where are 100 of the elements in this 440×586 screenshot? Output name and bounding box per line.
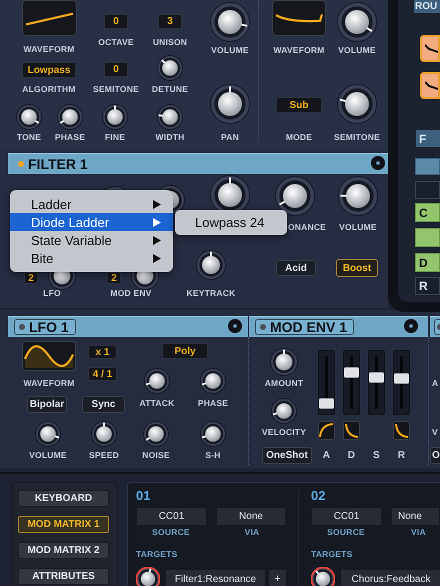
routing-slot[interactable]: D <box>415 253 440 272</box>
toggle-button[interactable]: Bipolar <box>27 396 67 413</box>
knob[interactable] <box>337 84 377 124</box>
sidebar-button[interactable]: MOD MATRIX 1 <box>18 516 109 533</box>
via-field[interactable]: None <box>217 508 285 525</box>
control-label: PAN <box>220 133 240 142</box>
value-display[interactable]: 0 <box>104 14 128 29</box>
slider-track[interactable] <box>343 350 360 415</box>
knob[interactable] <box>271 398 297 424</box>
waveform-display[interactable] <box>22 0 77 36</box>
header-tab[interactable]: MOD ENV 1 <box>255 319 354 335</box>
slider-track[interactable] <box>318 350 335 415</box>
knob[interactable] <box>196 250 226 280</box>
knob[interactable] <box>210 84 250 124</box>
knob[interactable] <box>157 104 183 130</box>
control-label: A <box>432 379 438 388</box>
control-label: MOD ENV <box>109 289 153 298</box>
slider-track[interactable] <box>368 350 385 415</box>
value-display[interactable]: x 1 <box>88 345 117 359</box>
toggle-button[interactable]: O <box>430 447 440 464</box>
settings-icon[interactable] <box>371 156 385 170</box>
envelope-curve-icon[interactable] <box>393 421 410 440</box>
target-field[interactable]: Chorus:Feedback <box>341 570 440 586</box>
knob[interactable] <box>270 348 298 376</box>
knob[interactable] <box>57 104 83 130</box>
slider-thumb[interactable] <box>344 366 359 378</box>
settings-icon[interactable] <box>228 319 242 333</box>
value-display[interactable]: 2 <box>24 272 38 284</box>
knob[interactable] <box>338 176 378 216</box>
routing-slot[interactable]: R <box>415 277 440 295</box>
add-button[interactable]: + <box>269 570 286 586</box>
knob[interactable] <box>275 176 315 216</box>
knob[interactable] <box>311 567 335 586</box>
target-field[interactable]: Filter1:Resonance <box>166 570 265 586</box>
envelope-block[interactable] <box>420 72 440 99</box>
source-field[interactable]: CC01 <box>312 508 381 525</box>
slider-track[interactable] <box>393 350 410 415</box>
value-display[interactable]: 2 <box>107 272 121 284</box>
menu-item[interactable]: Diode Ladder <box>10 213 173 231</box>
toggle-button[interactable]: Sync <box>82 396 125 413</box>
knob[interactable] <box>136 567 160 586</box>
control-label: SOURCE <box>151 528 191 536</box>
menu-item[interactable]: Lowpass 24 <box>175 216 287 229</box>
menu-item[interactable]: State Variable <box>10 231 173 249</box>
value-display[interactable]: Lowpass <box>22 62 76 78</box>
knob[interactable] <box>210 2 250 42</box>
knob[interactable] <box>157 55 183 81</box>
control-label: LFO <box>42 289 62 298</box>
control-label: A <box>322 451 332 461</box>
toggle-button[interactable]: Boost <box>336 259 378 277</box>
value-display[interactable]: 4 / 1 <box>88 367 117 381</box>
value-display[interactable]: Poly <box>162 343 208 359</box>
power-indicator[interactable] <box>437 324 440 330</box>
menu-item[interactable]: Ladder <box>10 195 173 213</box>
sidebar-button[interactable]: KEYBOARD <box>18 490 109 507</box>
routing-header: ROU <box>414 0 440 13</box>
value-display[interactable]: 0 <box>104 62 128 77</box>
routing-slot[interactable]: C <box>415 203 440 222</box>
header-tab[interactable]: LFO 1 <box>14 319 76 335</box>
knob[interactable] <box>102 104 128 130</box>
knob[interactable] <box>91 421 117 447</box>
control-label: SOURCE <box>326 528 366 536</box>
slider-thumb[interactable] <box>319 398 334 409</box>
slider-thumb[interactable] <box>369 372 384 383</box>
control-label: KEYTRACK <box>186 289 236 298</box>
control-label: ALGORITHM <box>21 85 77 94</box>
toggle-button[interactable]: OneShot <box>262 447 312 464</box>
waveform-display[interactable] <box>22 341 76 371</box>
knob[interactable] <box>337 2 377 42</box>
knob[interactable] <box>144 368 170 394</box>
knob[interactable] <box>143 421 169 447</box>
waveform-display[interactable] <box>272 0 326 36</box>
knob[interactable] <box>200 368 226 394</box>
control-label: SPEED <box>88 451 120 460</box>
power-indicator[interactable] <box>19 324 25 330</box>
control-label: VIA <box>244 528 260 536</box>
power-indicator[interactable] <box>260 324 266 330</box>
sidebar-button[interactable]: MOD MATRIX 2 <box>18 542 109 559</box>
routing-slot[interactable]: F <box>416 130 440 147</box>
control-label: SEMITONE <box>333 133 381 142</box>
source-field[interactable]: CC01 <box>137 508 206 525</box>
toggle-button[interactable]: Acid <box>276 260 316 276</box>
control-label: WAVEFORM <box>272 46 326 54</box>
knob[interactable] <box>35 421 61 447</box>
value-display[interactable]: 3 <box>158 14 182 29</box>
menu-item[interactable]: Bite <box>10 249 173 267</box>
control-label: D <box>346 451 356 461</box>
control-label: TARGETS <box>311 550 352 558</box>
settings-icon[interactable] <box>404 319 418 333</box>
via-field[interactable]: None <box>392 508 439 525</box>
value-display[interactable]: Sub <box>276 97 322 113</box>
envelope-curve-icon[interactable] <box>343 421 360 440</box>
knob[interactable] <box>200 421 226 447</box>
control-label: VIA <box>411 528 426 536</box>
sidebar-button[interactable]: ATTRIBUTES <box>18 568 109 585</box>
envelope-curve-icon[interactable] <box>318 421 335 440</box>
control-label: V <box>432 428 438 436</box>
knob[interactable] <box>16 104 42 130</box>
slider-thumb[interactable] <box>394 372 409 384</box>
envelope-block[interactable] <box>420 35 440 62</box>
